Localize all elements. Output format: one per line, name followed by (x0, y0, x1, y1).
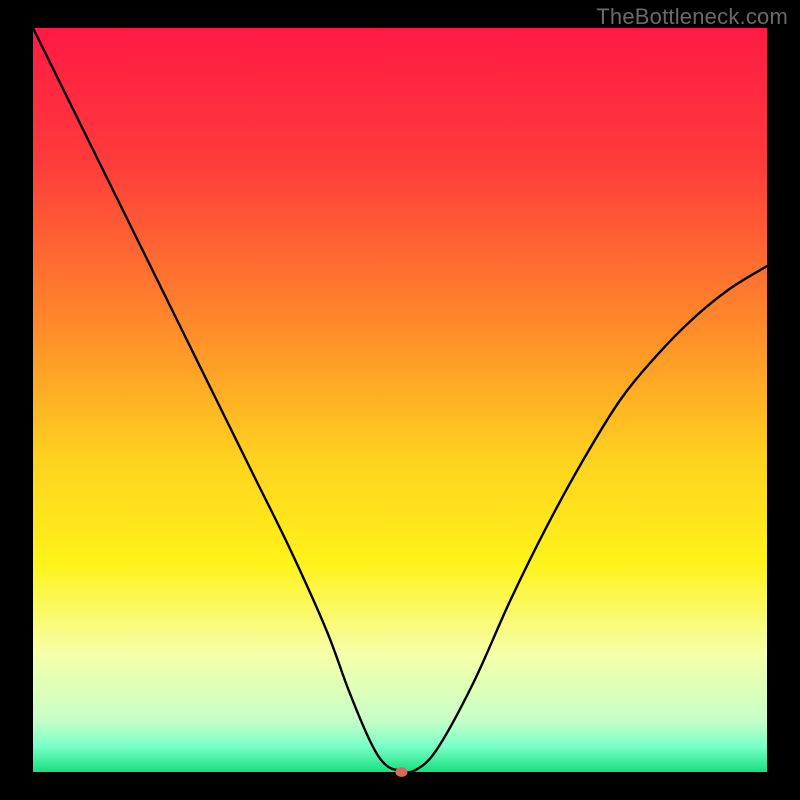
bottleneck-chart (0, 0, 800, 800)
watermark-text: TheBottleneck.com (596, 4, 788, 30)
optimal-marker (395, 767, 407, 777)
chart-frame: TheBottleneck.com (0, 0, 800, 800)
plot-background (33, 28, 767, 772)
